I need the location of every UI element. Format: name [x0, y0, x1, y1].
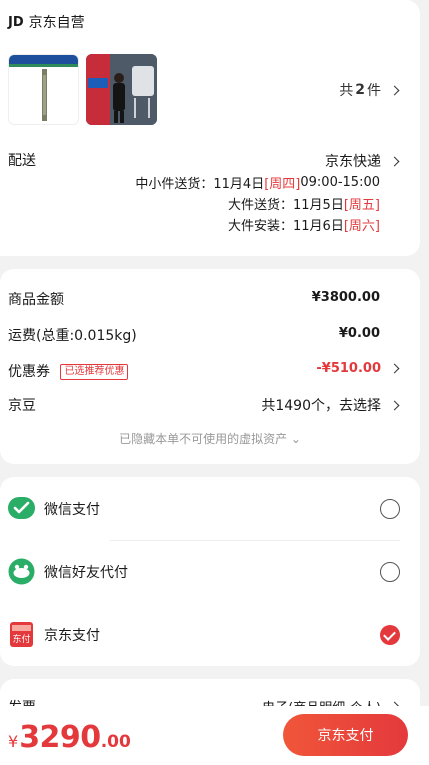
count-suffix: 件: [367, 83, 381, 99]
delivery-line-large: 大件送货： 11月5日 [周五]: [228, 194, 380, 213]
chevron-right-icon: [389, 400, 400, 410]
amount-card: 商品金额 ¥3800.00 运费(总重:0.015kg) ¥0.00 优惠券 已…: [0, 269, 420, 464]
coupon-amount: -¥510.00: [316, 361, 381, 376]
chevron-right-icon: [389, 85, 400, 95]
jd-logo: JD: [8, 14, 24, 30]
delivery-line-label: 大件送货：: [228, 198, 294, 213]
payment-option-label: 微信支付: [44, 501, 100, 518]
payment-radio-checked[interactable]: [380, 624, 400, 645]
shop-name: 京东自营: [28, 15, 85, 31]
chevron-right-icon: [389, 363, 400, 374]
product-thumbnail-water-heater[interactable]: [86, 54, 157, 125]
water-heater-image: [86, 54, 157, 125]
product-thumbnail-drill-bit[interactable]: [8, 54, 79, 125]
currency-symbol: ¥: [8, 732, 19, 751]
jingdou-value[interactable]: 共1490个，去选择: [261, 395, 400, 415]
delivery-line-date: 11月5日: [293, 198, 344, 213]
payment-option-label: 微信好友代付: [44, 564, 128, 581]
goods-amount-value: ¥3800.00: [311, 290, 380, 305]
count-prefix: 共: [339, 83, 354, 99]
delivery-line-time: 09:00-15:00: [300, 175, 380, 190]
payment-radio[interactable]: [380, 561, 400, 582]
jd-pay-icon: 东付: [10, 622, 33, 647]
goods-amount-label: 商品金额: [8, 292, 64, 308]
delivery-line-label: 中小件送货：: [135, 177, 214, 192]
delivery-line-date: 11月6日: [293, 219, 344, 234]
payment-option-label: 京东支付: [44, 627, 100, 644]
jingdou-label: 京豆: [8, 398, 36, 414]
delivery-line-label: 大件安装：: [228, 219, 294, 234]
delivery-line-small: 中小件送货： 11月4日 [周四] 09:00-15:00: [135, 173, 380, 192]
coupon-row-label: 优惠券 已选推荐优惠: [8, 361, 129, 381]
wechat-pay-icon: [8, 497, 35, 519]
delivery-line-date: 11月4日: [213, 177, 265, 192]
total-price: ¥ 3290 .00: [8, 720, 131, 755]
coupon-value[interactable]: -¥510.00: [316, 361, 400, 376]
delivery-line-weekday: [周四]: [264, 177, 301, 192]
checkout-bar: ¥ 3290 .00 京东支付: [0, 706, 429, 765]
delivery-label: 配送: [8, 153, 36, 169]
jingdou-text: 共1490个，去选择: [261, 398, 381, 414]
submit-pay-button[interactable]: 京东支付: [283, 714, 408, 756]
payment-radio[interactable]: [380, 498, 400, 519]
payment-option-wechat-friend[interactable]: 微信好友代付: [0, 540, 420, 603]
svg-text:东付: 东付: [12, 633, 30, 645]
delivery-line-weekday: [周六]: [343, 219, 380, 234]
drill-bit-image: [9, 55, 78, 121]
goods-count[interactable]: 共 2 件: [339, 80, 400, 100]
payment-card: 微信支付 微信好友代付 东付 京东支付: [0, 477, 420, 666]
goods-card: JD 京东自营 共 2 件 配送 京东快递 中小件送货： 11月4日 [周四] …: [0, 0, 420, 256]
payment-option-wechat[interactable]: 微信支付: [0, 477, 420, 540]
delivery-method[interactable]: 京东快递: [325, 151, 400, 171]
shop-title: JD 京东自营: [8, 12, 85, 32]
payment-option-jd[interactable]: 东付 京东支付: [0, 603, 420, 666]
freight-label: 运费(总重:0.015kg): [8, 328, 137, 344]
count-number: 2: [355, 82, 365, 98]
hidden-assets-toggle[interactable]: 已隐藏本单不可使用的虚拟资产 ⌄: [0, 430, 420, 447]
total-integer: 3290: [19, 720, 101, 755]
wechat-friend-pay-icon: [8, 558, 35, 585]
total-decimal: .00: [100, 732, 131, 752]
delivery-method-text: 京东快递: [325, 154, 381, 170]
freight-value: ¥0.00: [338, 326, 380, 341]
coupon-tag: 已选推荐优惠: [60, 364, 129, 380]
delivery-line-install: 大件安装： 11月6日 [周六]: [228, 215, 380, 234]
coupon-label: 优惠券: [8, 364, 50, 380]
delivery-line-weekday: [周五]: [343, 198, 380, 213]
chevron-right-icon: [389, 156, 400, 166]
